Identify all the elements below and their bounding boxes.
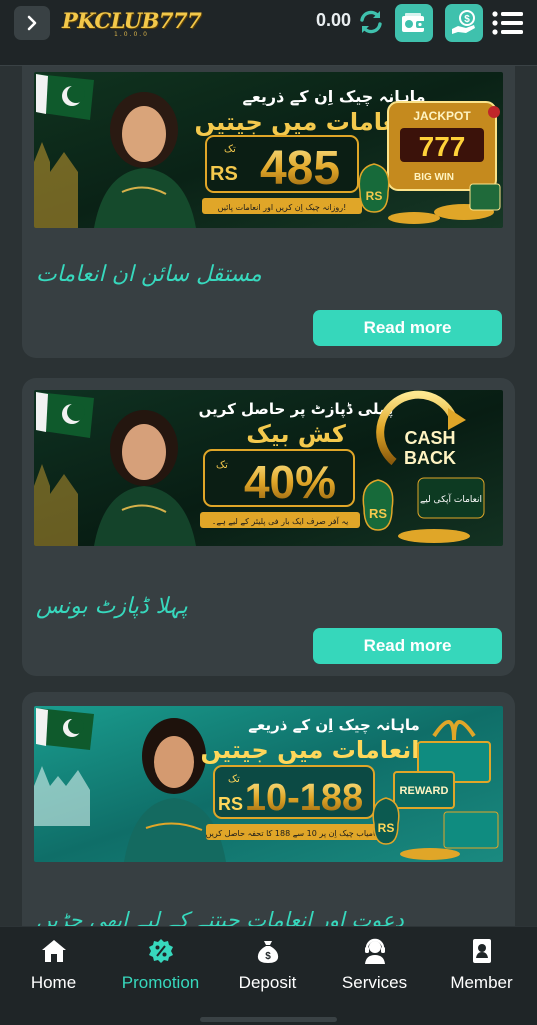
nav-label-promotion: Promotion <box>121 973 200 992</box>
banner-footer: یہ آفر صرف ایک بار فی پلیئر کے لیے ہے۔ <box>212 516 349 526</box>
money-bag-icon: $ <box>257 941 278 963</box>
refresh-icon[interactable] <box>358 9 384 35</box>
nav-label-deposit: Deposit <box>238 973 297 992</box>
banner-amount: 40% <box>244 456 336 508</box>
banner-currency: RS <box>210 163 238 185</box>
nav-deposit[interactable]: $ Deposit <box>214 937 321 997</box>
promotion-title: پہلا ڈپازٹ بونس <box>36 594 188 619</box>
deposit-button[interactable]: $ <box>445 4 483 42</box>
promotion-title: دعوت اور انعامات جیتنے کے لیے ابھی جڑیں <box>36 908 404 926</box>
svg-text:$: $ <box>464 14 470 25</box>
promotion-title: مستقل سائن ان انعامات <box>36 262 262 287</box>
wallet-button[interactable] <box>395 4 433 42</box>
promotion-card: پہلی ڈپازٹ پر حاصل کریں کش بیک تک 40% یہ… <box>22 378 515 676</box>
banner-footer: روزانہ چیک اِن کریں اور انعامات پائیں! <box>218 203 347 212</box>
menu-icon[interactable] <box>492 10 524 36</box>
promotion-icon <box>148 939 173 963</box>
banner-jackpot: JACKPOT <box>413 109 471 123</box>
banner-wallet-label: انعامات آپکی لیے <box>420 493 482 505</box>
promotion-list: ماہانہ چیک اِن کے ذریعے انعامات میں جیتی… <box>0 66 537 926</box>
back-button[interactable] <box>14 6 50 40</box>
nav-promotion[interactable]: Promotion <box>107 937 214 997</box>
banner-777: 777 <box>419 131 466 162</box>
nav-label-member: Member <box>450 973 513 992</box>
banner-bag: RS <box>366 189 383 203</box>
logo-text: PKCLUB777 <box>62 8 202 33</box>
support-agent-icon <box>364 938 385 964</box>
member-card-icon <box>472 939 491 963</box>
wallet-balance: 0.00 <box>316 10 352 30</box>
nav-home[interactable]: Home <box>0 937 107 997</box>
brand-logo[interactable]: PKCLUB777 1.0.0.0 <box>62 8 202 38</box>
nav-member[interactable]: Member <box>428 937 535 997</box>
home-icon <box>41 940 66 962</box>
nav-services[interactable]: Services <box>321 937 428 997</box>
promotion-card: ماہانہ چیک اِن کے ذریعے انعامات میں جیتی… <box>22 66 515 358</box>
banner-cash: CASH <box>404 428 455 448</box>
promotion-banner-reward[interactable]: ماہانہ چیک اِن کے ذریعے انعامات میں جیتی… <box>34 706 503 862</box>
banner-amount: 485 <box>260 142 340 195</box>
promotion-banner-checkin[interactable]: ماہانہ چیک اِن کے ذریعے انعامات میں جیتی… <box>34 72 503 228</box>
banner-headline-1: پہلی ڈپازٹ پر حاصل کریں <box>199 400 394 419</box>
money-hand-icon: $ <box>452 10 475 34</box>
banner-amount: 10-188 <box>245 777 363 819</box>
read-more-button[interactable]: Read more <box>313 628 502 664</box>
banner-bag: RS <box>378 821 395 835</box>
nav-label-home: Home <box>30 973 77 992</box>
nav-label-services: Services <box>341 973 408 992</box>
promotion-card: ماہانہ چیک اِن کے ذریعے انعامات میں جیتی… <box>22 692 515 926</box>
banner-headline-2: انعامات میں جیتیں <box>194 108 413 136</box>
banner-currency: RS <box>218 794 243 814</box>
banner-back: BACK <box>404 448 456 468</box>
svg-text:$: $ <box>265 951 271 962</box>
banner-footer: کامیاب چیک اِن پر 10 سے 188 کا تحفہ حاصل… <box>206 829 383 838</box>
banner-bag: RS <box>369 506 387 521</box>
banner-headline-1: ماہانہ چیک اِن کے ذریعے <box>248 716 420 735</box>
banner-tak: تک <box>224 144 236 155</box>
promotion-banner-cashback[interactable]: پہلی ڈپازٹ پر حاصل کریں کش بیک تک 40% یہ… <box>34 390 503 546</box>
wallet-icon <box>402 13 426 32</box>
banner-tak: تک <box>228 774 240 785</box>
read-more-button[interactable]: Read more <box>313 310 502 346</box>
banner-headline-2: کش بیک <box>246 420 346 448</box>
banner-tak: تک <box>216 460 228 471</box>
chevron-right-icon <box>27 15 37 31</box>
bottom-navigation: Home Promotion $ Deposit Services Member <box>0 926 537 1025</box>
top-bar: PKCLUB777 1.0.0.0 0.00 $ <box>0 0 537 66</box>
banner-reward: REWARD <box>400 785 449 797</box>
banner-headline-2: انعامات میں جیتیں <box>200 736 419 764</box>
logo-version: 1.0.0.0 <box>114 31 149 38</box>
banner-bigwin: BIG WIN <box>414 172 454 183</box>
home-indicator <box>200 1017 337 1022</box>
